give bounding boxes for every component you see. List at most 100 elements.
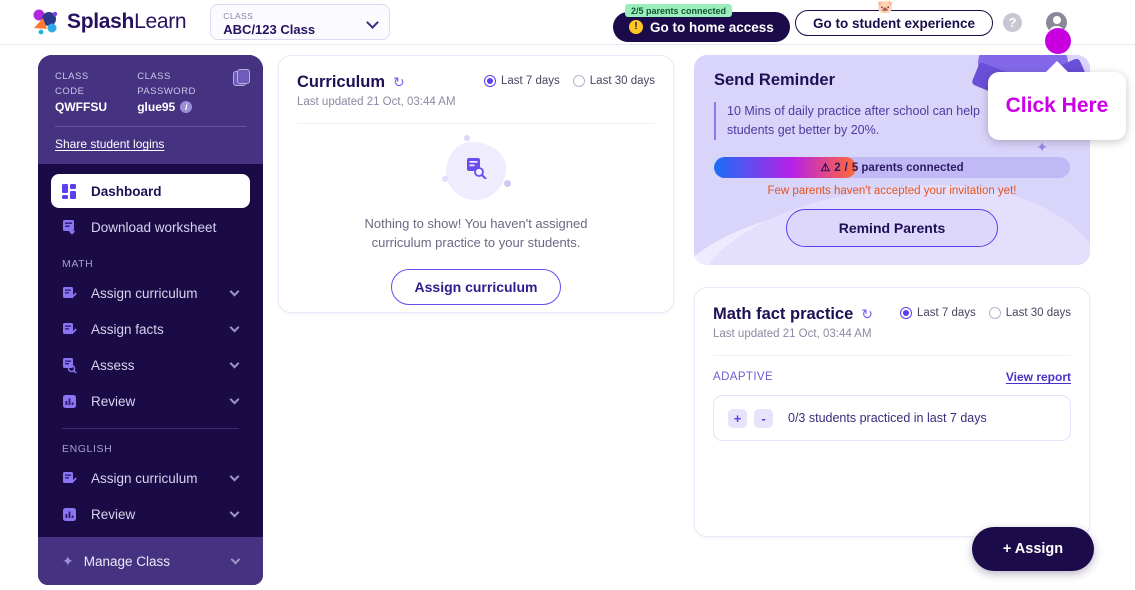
brand-light: Learn — [134, 10, 187, 33]
go-to-student-experience-button[interactable]: Go to student experience — [795, 10, 994, 36]
adaptive-row: ADAPTIVE View report — [713, 370, 1071, 384]
warning-triangle-icon: ⚠ — [820, 162, 831, 174]
progress-label: ⚠ 2 / 5 parents connected — [714, 157, 1070, 178]
chevron-down-icon — [229, 471, 240, 482]
remind-parents-button[interactable]: Remind Parents — [786, 209, 998, 247]
gear-icon: ✦ — [62, 552, 74, 569]
click-here-tooltip: Click Here — [988, 61, 1126, 140]
math-fact-range-filter: Last 7 days Last 30 days — [899, 307, 1071, 319]
math-fact-last-updated: Last updated 21 Oct, 03:44 AM — [713, 328, 872, 340]
sidebar-item-dashboard[interactable]: Dashboard — [51, 174, 250, 208]
manage-class-label: Manage Class — [83, 553, 171, 569]
class-code-label: CLASS CODE — [55, 71, 89, 97]
refresh-icon[interactable]: ↻ — [861, 306, 873, 323]
sidebar-item-english-review[interactable]: Review — [51, 497, 250, 531]
math-fact-title: Math fact practice — [713, 305, 854, 323]
sidebar-section-english: ENGLISH — [62, 443, 113, 455]
chevron-down-icon — [229, 358, 240, 369]
brand-bold: Splash — [67, 10, 135, 33]
sidebar-item-manage-class[interactable]: ✦ Manage Class — [38, 537, 263, 585]
view-report-link[interactable]: View report — [1006, 370, 1071, 384]
chevron-down-icon — [230, 554, 241, 565]
review-icon — [62, 394, 82, 409]
assign-fab-button[interactable]: + Assign — [972, 527, 1094, 571]
pig-icon: 🐷 — [877, 0, 894, 14]
warning-icon: ! — [629, 20, 643, 34]
parents-connected-progress: ⚠ 2 / 5 parents connected — [714, 157, 1070, 178]
sidebar-class-info: CLASS CODE QWFFSU CLASS PASSWORD glue95 … — [38, 55, 263, 164]
curriculum-range-last-7-days[interactable]: Last 7 days — [483, 75, 560, 87]
tooltip-text: Click Here — [1005, 94, 1109, 117]
class-code-block: CLASS CODE QWFFSU — [55, 69, 115, 115]
tooltip-arrow — [1045, 61, 1069, 73]
sidebar-nav: Dashboard Download worksheet MATH Assign… — [38, 164, 263, 531]
assign-icon — [62, 286, 82, 301]
curriculum-range-last-30-days[interactable]: Last 30 days — [572, 75, 655, 87]
info-icon[interactable]: i — [180, 101, 193, 113]
math-fact-divider — [713, 355, 1071, 356]
chevron-down-icon — [229, 394, 240, 405]
curriculum-title: Curriculum — [297, 73, 386, 91]
copy-icon[interactable] — [233, 69, 250, 86]
class-selector[interactable]: CLASS ABC/123 Class — [210, 4, 391, 40]
sidebar-item-math-assess[interactable]: Assess — [51, 348, 250, 382]
math-fact-range-last-30-days[interactable]: Last 30 days — [988, 307, 1071, 319]
help-icon[interactable]: ? — [1003, 13, 1022, 32]
cursor-dot — [1045, 28, 1071, 54]
practice-summary-row: + - 0/3 students practiced in last 7 day… — [713, 395, 1071, 441]
sidebar-item-label: Assign curriculum — [91, 470, 198, 486]
sidebar-item-label: Review — [91, 506, 136, 522]
curriculum-empty-line-1: Nothing to show! You haven't assigned — [364, 216, 588, 231]
progress-separator: / — [844, 161, 848, 174]
math-fact-range-last-7-days[interactable]: Last 7 days — [899, 307, 976, 319]
student-experience-group: 🐷 Go to student experience — [795, 0, 994, 36]
chevron-down-icon — [229, 507, 240, 518]
class-password-value-row: glue95 i — [137, 99, 224, 115]
math-fact-practice-card: Math fact practice ↻ Last 7 days Last 30… — [694, 287, 1090, 537]
quote-line-2: students get better by 20%. — [727, 123, 880, 137]
sidebar-section-math: MATH — [62, 258, 94, 270]
sidebar-divider — [55, 126, 246, 127]
math-fact-header: Math fact practice ↻ Last 7 days Last 30… — [713, 305, 1071, 324]
class-password-block: CLASS PASSWORD glue95 i — [137, 69, 224, 115]
curriculum-empty-line-2: curriculum practice to your students. — [371, 235, 581, 250]
curriculum-card: Curriculum ↻ Last 7 days Last 30 days La… — [278, 55, 674, 313]
assign-curriculum-button[interactable]: Assign curriculum — [390, 269, 562, 305]
sidebar-item-math-review[interactable]: Review — [51, 384, 250, 418]
radio-icon — [572, 75, 585, 87]
sidebar-item-math-assign-facts[interactable]: Assign facts — [51, 312, 250, 346]
document-search-glyph — [465, 157, 487, 185]
sidebar-item-label: Assign facts — [91, 321, 164, 337]
parents-connected-badge: 2/5 parents connected — [625, 4, 733, 17]
sidebar-item-english-assign-curriculum[interactable]: Assign curriculum — [51, 461, 250, 495]
range-label: Last 7 days — [500, 75, 560, 87]
curriculum-header: Curriculum ↻ Last 7 days Last 30 days — [297, 73, 655, 92]
brand-logo[interactable]: SplashLearn — [30, 8, 187, 36]
adaptive-label: ADAPTIVE — [713, 371, 774, 383]
brand-name: SplashLearn — [67, 10, 187, 34]
chevron-down-icon — [229, 286, 240, 297]
radio-icon — [483, 75, 496, 87]
chevron-down-icon — [229, 322, 240, 333]
sidebar-item-label: Assess — [91, 357, 135, 373]
document-search-icon — [442, 135, 511, 200]
sidebar-item-download-worksheet[interactable]: Download worksheet — [51, 210, 250, 244]
refresh-icon[interactable]: ↻ — [393, 74, 405, 91]
minus-badge[interactable]: - — [754, 408, 773, 428]
plus-badge[interactable]: + — [728, 408, 747, 428]
sidebar-section-divider — [62, 428, 239, 429]
progress-total-text: 5 parents connected — [851, 161, 964, 174]
splashlearn-logo-icon — [33, 9, 58, 35]
curriculum-last-updated: Last updated 21 Oct, 03:44 AM — [297, 96, 456, 108]
share-student-logins-link[interactable]: Share student logins — [55, 137, 246, 151]
quote-line-1: 10 Mins of daily practice after school c… — [727, 104, 980, 118]
assess-icon — [62, 357, 82, 373]
sparkle-icon: ✦ — [1036, 139, 1048, 155]
assign-icon — [62, 322, 82, 337]
sidebar-item-label: Download worksheet — [91, 219, 217, 235]
send-reminder-quote: 10 Mins of daily practice after school c… — [714, 102, 989, 140]
decorative-dot — [504, 180, 511, 187]
class-code-value: QWFFSU — [55, 100, 107, 114]
decorative-dot — [442, 176, 448, 182]
sidebar-item-math-assign-curriculum[interactable]: Assign curriculum — [51, 276, 250, 310]
